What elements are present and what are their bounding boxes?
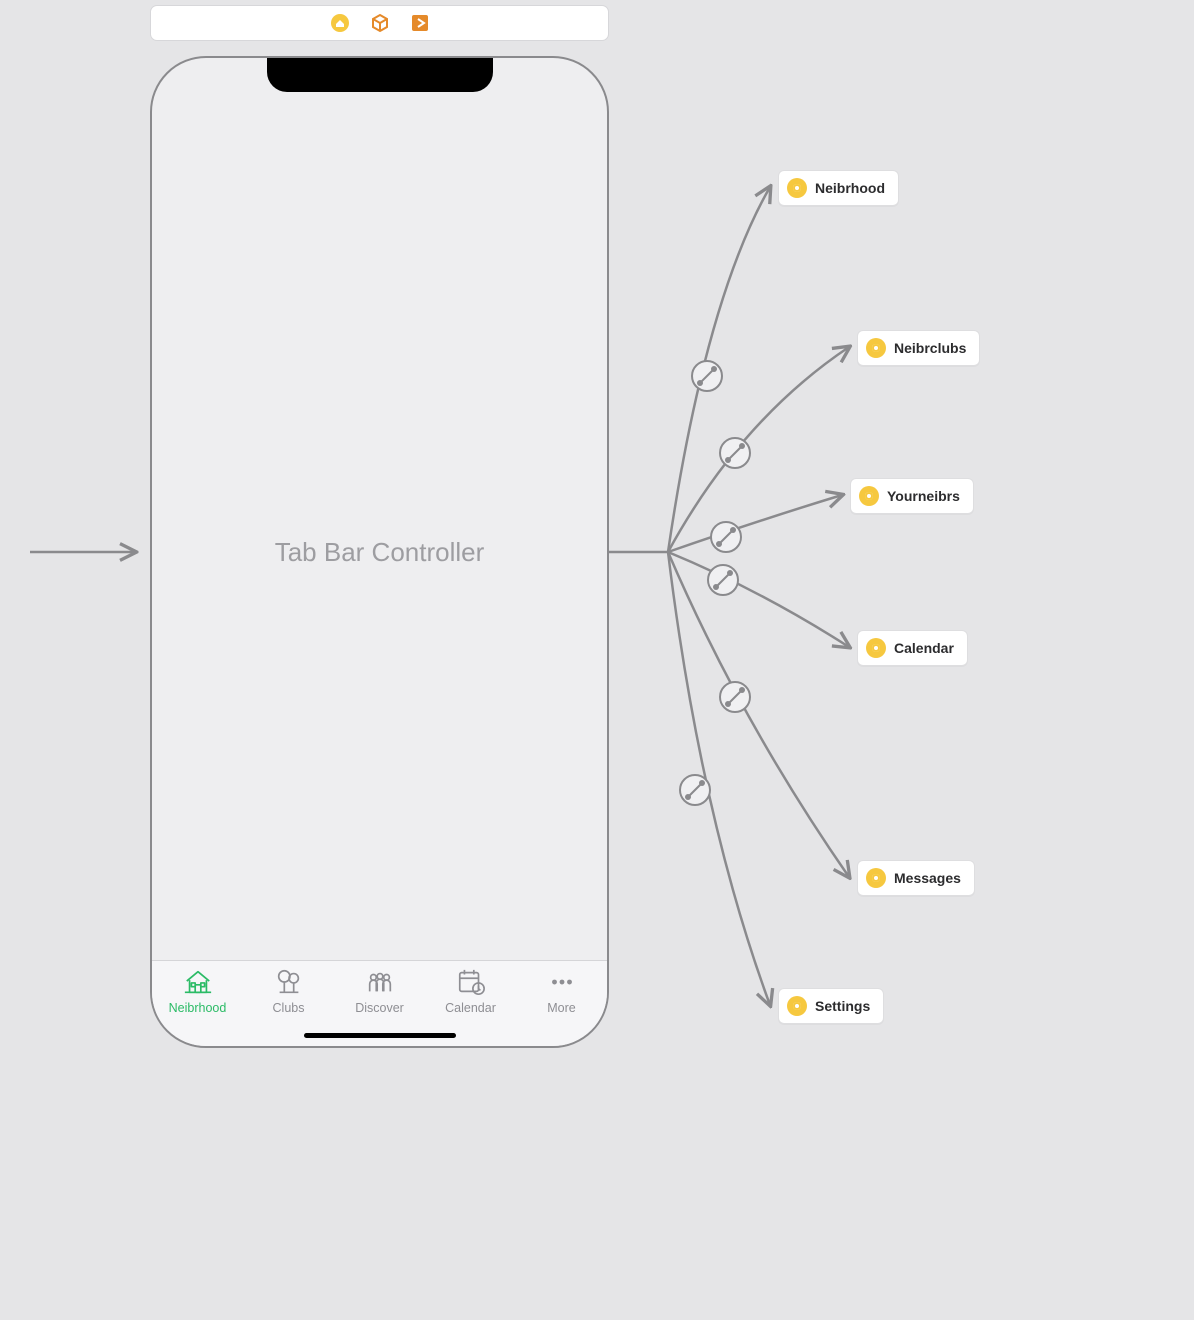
dest-calendar[interactable]: Calendar <box>857 630 968 666</box>
segue-badge <box>720 682 750 712</box>
tab-label: Discover <box>355 1001 404 1015</box>
dest-label: Calendar <box>894 640 954 656</box>
house-icon <box>183 967 213 997</box>
scene-title: Tab Bar Controller <box>152 58 607 1046</box>
exit-icon[interactable] <box>410 13 430 33</box>
tab-discover[interactable]: Discover <box>334 967 425 1015</box>
tab-calendar[interactable]: Calendar <box>425 967 516 1015</box>
dest-label: Neibrclubs <box>894 340 966 356</box>
tab-more[interactable]: More <box>516 967 607 1015</box>
dest-yourneibrs[interactable]: Yourneibrs <box>850 478 974 514</box>
app-icon[interactable] <box>330 13 350 33</box>
dest-label: Messages <box>894 870 961 886</box>
tab-label: Clubs <box>273 1001 305 1015</box>
viewcontroller-icon <box>866 338 886 358</box>
calendar-icon <box>456 967 486 997</box>
home-indicator <box>304 1033 456 1038</box>
viewcontroller-icon <box>859 486 879 506</box>
dest-label: Yourneibrs <box>887 488 960 504</box>
more-icon <box>547 967 577 997</box>
segue-badge <box>720 438 750 468</box>
dest-messages[interactable]: Messages <box>857 860 975 896</box>
viewcontroller-icon <box>787 178 807 198</box>
dest-label: Settings <box>815 998 870 1014</box>
segue-badge <box>708 565 738 595</box>
segue-badge <box>680 775 710 805</box>
tab-clubs[interactable]: Clubs <box>243 967 334 1015</box>
dest-settings[interactable]: Settings <box>778 988 884 1024</box>
dest-neibrhood[interactable]: Neibrhood <box>778 170 899 206</box>
cube-icon[interactable] <box>370 13 390 33</box>
viewcontroller-icon <box>787 996 807 1016</box>
tree-icon <box>274 967 304 997</box>
iphone-frame: Tab Bar Controller Neibrhood <box>150 56 609 1048</box>
viewcontroller-icon <box>866 638 886 658</box>
segue-badge <box>692 361 722 391</box>
people-icon <box>365 967 395 997</box>
scene-toolbar <box>150 5 609 41</box>
dest-label: Neibrhood <box>815 180 885 196</box>
tab-label: More <box>547 1001 575 1015</box>
segue-badge <box>711 522 741 552</box>
tab-label: Neibrhood <box>169 1001 227 1015</box>
tab-neibrhood[interactable]: Neibrhood <box>152 967 243 1015</box>
dest-neibrclubs[interactable]: Neibrclubs <box>857 330 980 366</box>
tab-label: Calendar <box>445 1001 496 1015</box>
viewcontroller-icon <box>866 868 886 888</box>
